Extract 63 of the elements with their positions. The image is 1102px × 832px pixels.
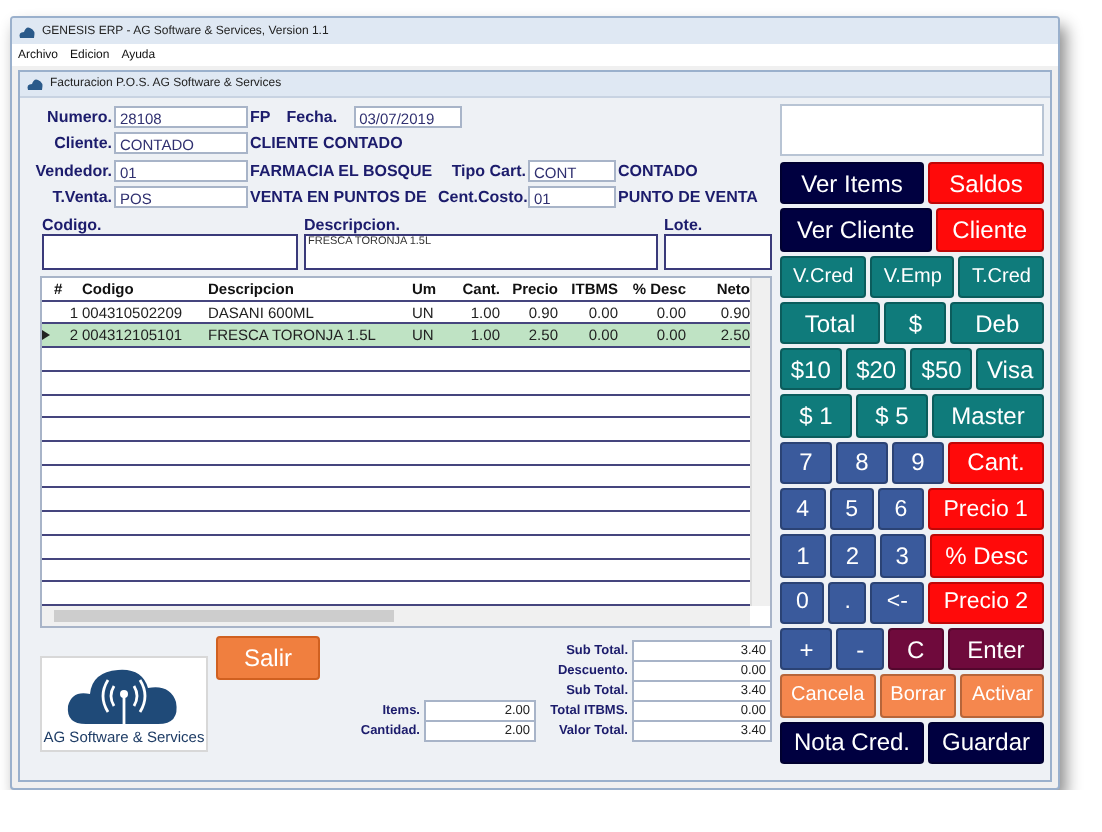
keypad-button[interactable]: 9	[892, 441, 944, 485]
field-label: Vendedor.	[33, 161, 112, 180]
keypad-button[interactable]: 5	[829, 488, 875, 531]
keypad-button[interactable]: $	[884, 301, 947, 345]
keypad-button[interactable]: Nota Cred.	[780, 721, 924, 764]
keypad-button[interactable]: 8	[836, 441, 888, 485]
keypad-button[interactable]: 0	[780, 581, 825, 624]
keypad-button[interactable]: Guardar	[928, 721, 1044, 764]
keypad-button[interactable]: 2	[829, 534, 876, 578]
keypad-button[interactable]: $ 1	[780, 394, 852, 438]
cost-center-name: PUNTO DE VENTA	[618, 188, 760, 207]
keypad-button[interactable]: $20	[845, 348, 907, 391]
keypad-button[interactable]: Total	[780, 301, 880, 345]
field-label: Numero.	[45, 107, 112, 126]
keypad-button[interactable]: $50	[910, 348, 973, 391]
field-label: Descripcion.	[304, 216, 403, 234]
sale-type-name: VENTA EN PUNTOS DE	[250, 188, 429, 207]
keypad-button[interactable]: Enter	[947, 627, 1044, 671]
keypad-button[interactable]: 1	[780, 534, 826, 578]
keypad-button[interactable]: Cliente	[935, 208, 1044, 252]
horizontal-scrollbar[interactable]	[42, 606, 750, 626]
field-label: Lote.	[664, 216, 705, 234]
field-label: T.Venta.	[50, 188, 112, 207]
keypad-button[interactable]: Ver Items	[780, 162, 924, 205]
keypad-button[interactable]: 3	[879, 534, 926, 578]
keypad-button[interactable]: +	[780, 627, 833, 671]
keypad-button[interactable]: Saldos	[928, 162, 1045, 205]
field-label: Cent.Costo.	[438, 188, 526, 207]
field-label: Fecha.	[286, 107, 338, 126]
keypad-button[interactable]: Deb	[950, 301, 1044, 345]
keypad-button[interactable]: <-	[870, 581, 924, 624]
row-pointer-icon	[42, 330, 50, 341]
keypad-button[interactable]: V.Cred	[780, 255, 867, 298]
keypad-button[interactable]: Ver Cliente	[780, 208, 932, 252]
keypad-button[interactable]: Precio 1	[927, 488, 1045, 531]
field-label: Cliente.	[52, 134, 112, 153]
document-type: FP	[250, 107, 271, 126]
keypad-button[interactable]: Precio 2	[927, 581, 1045, 624]
lot-field[interactable]	[664, 234, 772, 270]
keypad-button[interactable]: $ 5	[856, 394, 928, 438]
keypad-button[interactable]: Master	[932, 394, 1044, 438]
keypad-button[interactable]: 7	[780, 441, 832, 485]
keypad-button[interactable]: .	[828, 581, 867, 624]
keypad-button[interactable]: T.Cred	[958, 255, 1044, 298]
keypad-button[interactable]: -	[836, 627, 884, 671]
keypad-button[interactable]: C	[887, 627, 944, 671]
cloud-icon	[18, 25, 36, 37]
card-type-name: CONTADO	[618, 161, 700, 180]
vertical-scrollbar[interactable]	[750, 278, 770, 606]
keypad-button[interactable]: % Desc	[929, 534, 1045, 578]
keypad-button[interactable]: $10	[780, 348, 842, 391]
keypad-button[interactable]: Visa	[976, 348, 1044, 391]
vendor-name: FARMACIA EL BOSQUE	[250, 161, 435, 180]
client-name: CLIENTE CONTADO	[250, 134, 405, 153]
keypad-button[interactable]: V.Emp	[870, 255, 955, 298]
field-label: Tipo Cart.	[449, 161, 526, 180]
keypad-button[interactable]: Cant.	[948, 441, 1044, 485]
keypad-button[interactable]: 6	[878, 488, 924, 531]
cloud-icon	[26, 78, 44, 90]
keypad-button[interactable]: 4	[780, 488, 826, 531]
code-field[interactable]	[42, 234, 298, 270]
field-label: Codigo.	[42, 216, 104, 234]
display-field[interactable]	[780, 104, 1044, 156]
